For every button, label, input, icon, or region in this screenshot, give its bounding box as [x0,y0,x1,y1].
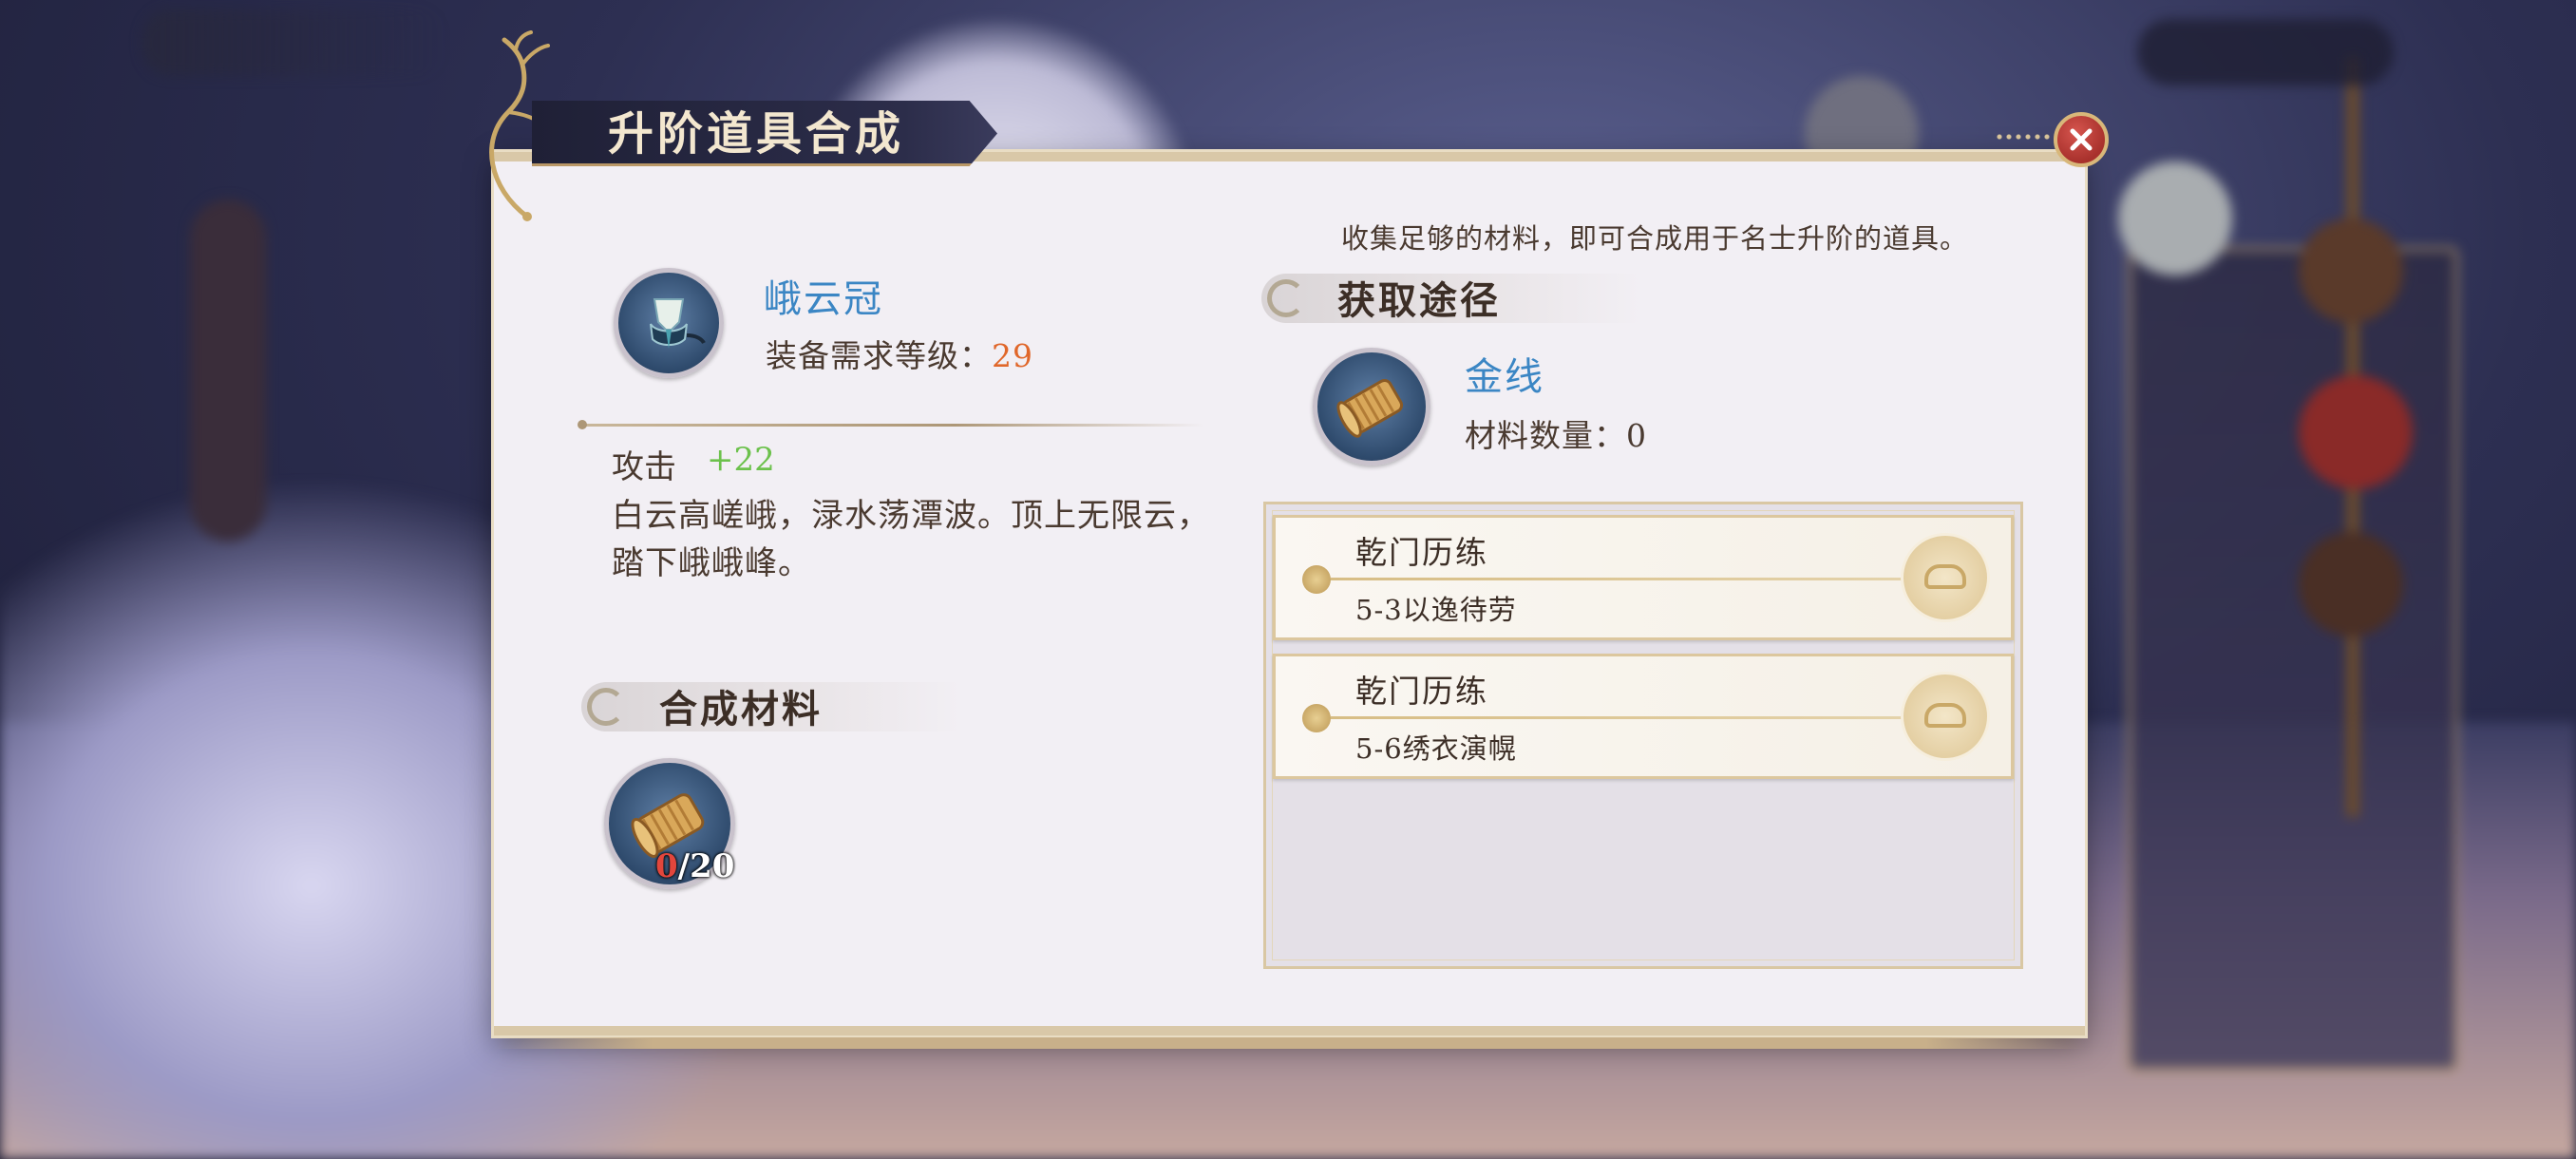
thread-spool-icon [1336,378,1404,438]
background-currency-bar [2137,19,2394,86]
level-requirement-value: 29 [992,337,1033,374]
source-stage: 5-6绣衣演幌 [1355,732,1517,765]
item-name: 峨云冠 [764,277,883,321]
level-requirement-label: 装备需求等级： [766,337,992,374]
source-name: 乾门历练 [1355,673,1488,710]
close-button[interactable] [2054,112,2109,167]
source-name: 乾门历练 [1355,534,1488,571]
swirl-icon [587,688,625,726]
background-orb [2118,162,2232,276]
pin-icon [1302,704,1331,732]
background-orb [2299,532,2403,636]
acquire-material-name: 金线 [1465,355,1544,399]
item-icon[interactable] [614,268,724,378]
card-rule [1331,578,1920,580]
material-count-badge: 0/20 [655,847,734,885]
swirl-icon [1267,279,1305,317]
source-stage: 5-3以逸待劳 [1355,594,1517,626]
item-description: 白云高嵯峨，渌水荡潭波。顶上无限云，踏下峨峨峰。 [612,497,1210,582]
source-card[interactable]: 乾门历练 5-3以逸待劳 [1273,515,2014,640]
material-count-value: 0 [1626,417,1647,454]
synthesis-section-title: 合成材料 [659,687,823,732]
hint-text: 收集足够的材料，即可合成用于名士升阶的道具。 [1341,222,1969,255]
level-requirement: 装备需求等级：29 [766,331,1033,376]
background-panel [2128,247,2458,1072]
acquire-section-title: 获取途径 [1337,278,1501,323]
crown-icon [650,298,706,349]
cloud-seal-icon [1901,672,1990,761]
material-count-label: 材料数量： [1465,417,1626,454]
close-icon [2070,128,2093,151]
source-card[interactable]: 乾门历练 5-6绣衣演幌 [1273,654,2014,779]
divider [578,420,1203,429]
card-rule [1331,716,1920,719]
stat-value: +22 [707,441,775,479]
background-orb [2299,375,2413,489]
material-have-count: 0 [655,847,678,885]
dialog-title: 升阶道具合成 [608,107,905,161]
background-banner [190,200,266,542]
material-count: 材料数量：0 [1465,410,1647,456]
background-orb [2299,218,2403,323]
background-top-bar [142,10,446,76]
pin-icon [1302,565,1331,594]
material-need-count: /20 [677,847,735,885]
acquire-material-icon[interactable] [1313,348,1430,466]
close-button-decoration [1995,133,2052,141]
cloud-seal-icon [1901,533,1990,622]
stat-label: 攻击 [612,448,676,486]
